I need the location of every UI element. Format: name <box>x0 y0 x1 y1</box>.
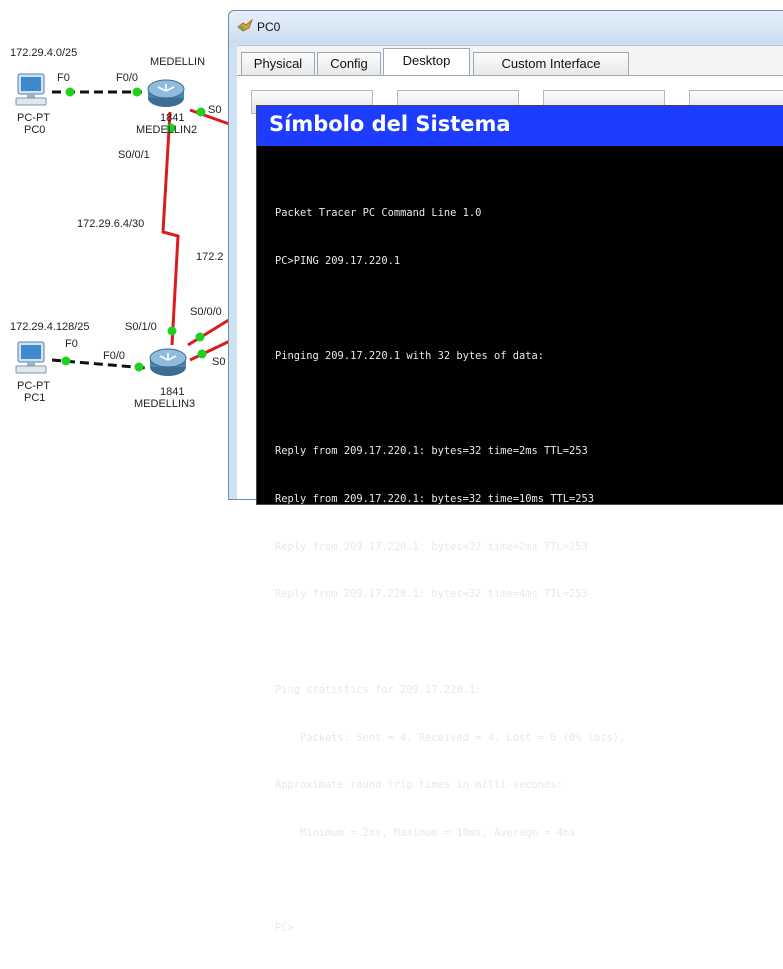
router-hostname-label-r3: MEDELLIN3 <box>134 398 196 410</box>
pc0-type-label: PC-PT <box>17 112 50 124</box>
terminal-line: Minimum = 2ms, Maximum = 10ms, Average =… <box>275 826 576 839</box>
terminal-input-line[interactable]: PC> <box>275 921 783 937</box>
interface-label-r3-s000: S0/0/0 <box>190 306 222 318</box>
router-medellin2-icon[interactable] <box>146 78 186 108</box>
pc1-type-label: PC-PT <box>17 380 50 392</box>
command-prompt-title: Símbolo del Sistema <box>269 112 511 136</box>
router-hostname-label-r2: MEDELLIN2 <box>136 124 198 136</box>
link-status-dot <box>197 349 207 359</box>
tab-desktop[interactable]: Desktop <box>383 48 470 76</box>
command-prompt-output[interactable]: Packet Tracer PC Command Line 1.0 PC>PIN… <box>275 174 783 935</box>
pc1-name-label: PC1 <box>24 392 46 404</box>
router-medellin3-icon[interactable] <box>148 347 188 377</box>
tab-bar: Physical Config Desktop Custom Interface <box>237 45 783 76</box>
link-medellin3-east-a[interactable] <box>187 316 233 347</box>
interface-label-r2-f00: F0/0 <box>116 72 139 84</box>
interface-label-r2-s001: S0/0/1 <box>118 149 150 161</box>
link-status-dot <box>167 326 177 336</box>
link-status-dot <box>195 332 205 342</box>
window-titlebar[interactable]: PC0 <box>229 11 783 43</box>
pc1-icon[interactable] <box>14 340 48 376</box>
packet-tracer-app-icon <box>237 19 253 32</box>
link-medellin3-east-b[interactable] <box>189 338 233 362</box>
terminal-line: Reply from 209.17.220.1: bytes=32 time=4… <box>275 588 588 601</box>
terminal-line: Pinging 209.17.220.1 with 32 bytes of da… <box>275 349 544 362</box>
link-status-dot <box>196 107 206 117</box>
terminal-line: Reply from 209.17.220.1: bytes=32 time=2… <box>275 445 588 458</box>
network-label-partial: 172.2 <box>196 251 224 263</box>
tab-physical[interactable]: Physical <box>241 52 315 75</box>
router-model-label-r2: 1841 <box>160 112 185 124</box>
pc0-name-label: PC0 <box>24 124 46 136</box>
terminal-line: Packet Tracer PC Command Line 1.0 <box>275 206 482 219</box>
link-status-dot <box>61 356 71 366</box>
terminal-line: PC>PING 209.17.220.1 <box>275 254 401 267</box>
window-title: PC0 <box>257 20 281 34</box>
terminal-line: Packets: Sent = 4, Received = 4, Lost = … <box>275 731 626 744</box>
network-label-link: 172.29.6.4/30 <box>77 218 145 230</box>
link-medellin2-medellin3[interactable] <box>161 111 180 346</box>
interface-label-r3-s010: S0/1/0 <box>125 321 157 333</box>
interface-label-r3-f00: F0/0 <box>103 350 126 362</box>
network-label-pc1: 172.29.4.128/25 <box>10 321 90 333</box>
router-model-label-r3: 1841 <box>160 386 185 398</box>
interface-label-pc0-f0: F0 <box>57 72 70 84</box>
router-label-medellin: MEDELLIN <box>150 56 206 68</box>
text-cursor <box>293 921 295 934</box>
terminal-prompt: PC> <box>275 922 294 935</box>
tab-config[interactable]: Config <box>317 52 381 75</box>
command-prompt-window[interactable]: Símbolo del Sistema Packet Tracer PC Com… <box>256 105 783 935</box>
command-prompt-titlebar: Símbolo del Sistema <box>257 106 783 146</box>
link-status-dot <box>132 87 142 97</box>
pc0-icon[interactable] <box>14 72 48 108</box>
terminal-line: Approximate round trip times in milli-se… <box>275 779 563 792</box>
terminal-line: Reply from 209.17.220.1: bytes=32 time=2… <box>275 540 588 553</box>
terminal-line: Ping statistics for 209.17.220.1: <box>275 683 482 696</box>
interface-label-r2-s0: S0 <box>208 104 222 116</box>
interface-label-r3-s0: S0 <box>212 356 226 368</box>
link-status-dot <box>65 87 75 97</box>
terminal-line: Reply from 209.17.220.1: bytes=32 time=1… <box>275 493 595 506</box>
network-label-pc0: 172.29.4.0/25 <box>10 47 78 59</box>
tab-custom-interface[interactable]: Custom Interface <box>473 52 629 75</box>
link-status-dot <box>134 362 144 372</box>
interface-label-pc1-f0: F0 <box>65 338 78 350</box>
